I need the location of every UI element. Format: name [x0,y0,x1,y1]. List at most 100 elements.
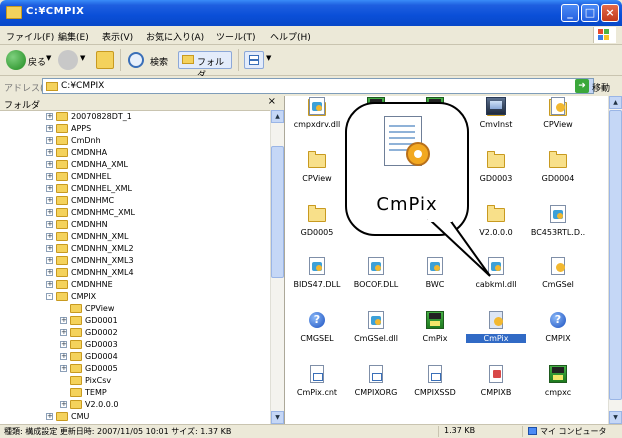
tree-item-label: CMDNHEL [71,172,112,181]
file-item[interactable]: CmvInst [466,96,526,142]
back-arrow-icon[interactable] [6,50,26,70]
go-button-label[interactable]: 移動 [592,81,610,94]
tree-item-label: GD0002 [85,328,118,337]
expand-icon[interactable]: + [60,353,67,360]
file-item[interactable]: GD0003 [466,150,526,196]
expand-icon[interactable]: + [46,257,53,264]
file-item[interactable]: CmPix.cnt [287,364,347,410]
tree-item-label: CMDNHNE [71,280,113,289]
folder-icon [307,150,327,170]
expand-icon[interactable]: + [60,401,67,408]
folder-pane-scrollbar[interactable]: ▲ ▼ [270,110,284,424]
scroll-down-button[interactable]: ▼ [609,411,622,424]
file-item[interactable]: CPView [528,96,588,142]
expand-icon[interactable]: + [46,281,53,288]
toolbar-separator [120,49,121,71]
tree-item-label: CmDnh [71,136,101,145]
go-arrow-icon[interactable]: ➜ [575,79,589,93]
expand-icon[interactable]: + [46,185,53,192]
expand-icon[interactable]: + [46,113,53,120]
file-item[interactable]: ? CMGSEL [287,310,347,356]
views-dropdown-icon[interactable]: ▼ [266,54,271,62]
menu-edit[interactable]: 編集(E) [58,30,89,43]
status-info: 種類: 構成設定 更新日時: 2007/11/05 10:01 サイズ: 1.3… [4,427,232,436]
views-button[interactable] [244,51,264,69]
address-input[interactable]: C:¥CMPIX ▼ [42,78,594,94]
expand-icon[interactable]: + [46,233,53,240]
file-item[interactable]: cmpxdrv.dll [287,96,347,142]
toolbar: 戻る ▼ ▼ 検索 フォルダ ▼ [0,45,622,81]
menu-help[interactable]: ヘルプ(H) [270,30,311,43]
file-item[interactable]: ? CMPIX [528,310,588,356]
forward-dropdown-icon[interactable]: ▼ [80,54,85,62]
file-item[interactable]: CPView [287,150,347,196]
file-item-label: CMPIXSSD [414,388,456,397]
application-icon [425,310,445,330]
file-item[interactable]: BC453RTL.D.. [528,204,588,250]
expand-icon[interactable]: + [46,413,53,420]
back-dropdown-icon[interactable]: ▼ [46,54,51,62]
close-pane-icon[interactable]: × [268,96,276,107]
expand-icon[interactable]: + [60,365,67,372]
menu-file[interactable]: ファイル(F) [6,30,54,43]
status-zone: マイ コンピュータ [540,427,607,436]
folder-icon [56,112,68,121]
expand-icon[interactable]: + [46,173,53,180]
file-item[interactable]: CmPix [405,310,465,356]
expand-icon[interactable]: + [46,125,53,132]
minimize-button[interactable]: _ [561,4,579,22]
tree-item-label: 20070828DT_1 [71,112,132,121]
document-icon [366,364,386,384]
file-item[interactable]: CmGSel [528,256,588,302]
expand-icon[interactable]: + [46,161,53,168]
folder-icon [486,150,506,170]
file-item[interactable]: BIDS47.DLL [287,256,347,302]
document-icon [307,364,327,384]
file-item[interactable]: CMPIXSSD [405,364,465,410]
scroll-thumb[interactable] [271,146,284,278]
forward-arrow-icon[interactable] [58,50,78,70]
expand-icon[interactable]: + [46,149,53,156]
file-item[interactable]: BOCOF.DLL [346,256,406,302]
file-item-label: CPView [302,174,332,183]
tree-item-label: PixCsv [85,376,112,385]
expand-icon[interactable]: + [60,329,67,336]
menu-tools[interactable]: ツール(T) [216,30,256,43]
scroll-up-button[interactable]: ▲ [271,110,284,123]
file-item[interactable]: CMPIXORG [346,364,406,410]
folder-up-icon[interactable] [96,51,114,69]
menu-favorites[interactable]: お気に入り(A) [146,30,204,43]
title-bar[interactable]: C:¥CMPIX _ □ × [0,0,622,26]
expand-icon[interactable]: + [46,245,53,252]
maximize-button[interactable]: □ [581,4,599,22]
scroll-down-button[interactable]: ▼ [271,411,284,424]
search-button-label[interactable]: 検索 [150,55,168,68]
file-item[interactable]: GD0005 [287,204,347,250]
file-item[interactable]: CMPIXB [466,364,526,410]
file-item[interactable]: CmPix [466,310,526,356]
expand-icon[interactable]: + [46,269,53,276]
dll-file-icon [548,204,568,224]
file-item-label: GD0004 [541,174,575,183]
file-item[interactable]: cmpxc [528,364,588,410]
views-icon [249,55,259,65]
expand-icon[interactable]: + [60,317,67,324]
scroll-thumb[interactable] [609,110,622,400]
scroll-up-button[interactable]: ▲ [609,96,622,109]
file-item[interactable]: CmGSel.dll [346,310,406,356]
expand-icon[interactable]: + [46,197,53,204]
expand-icon[interactable]: + [46,137,53,144]
back-button-label[interactable]: 戻る [28,55,46,68]
folder-icon [56,412,68,421]
tree-item-label: CMDNHEL_XML [71,184,132,193]
expand-icon[interactable]: + [46,209,53,216]
file-list-scrollbar[interactable]: ▲ ▼ [608,96,622,424]
folders-button[interactable]: フォルダ [178,51,232,81]
collapse-icon[interactable]: - [46,293,53,300]
search-icon[interactable] [128,52,144,68]
file-item[interactable]: GD0004 [528,150,588,196]
expand-icon[interactable]: + [60,341,67,348]
close-button[interactable]: × [601,4,619,22]
expand-icon[interactable]: + [46,221,53,228]
menu-view[interactable]: 表示(V) [102,30,133,43]
